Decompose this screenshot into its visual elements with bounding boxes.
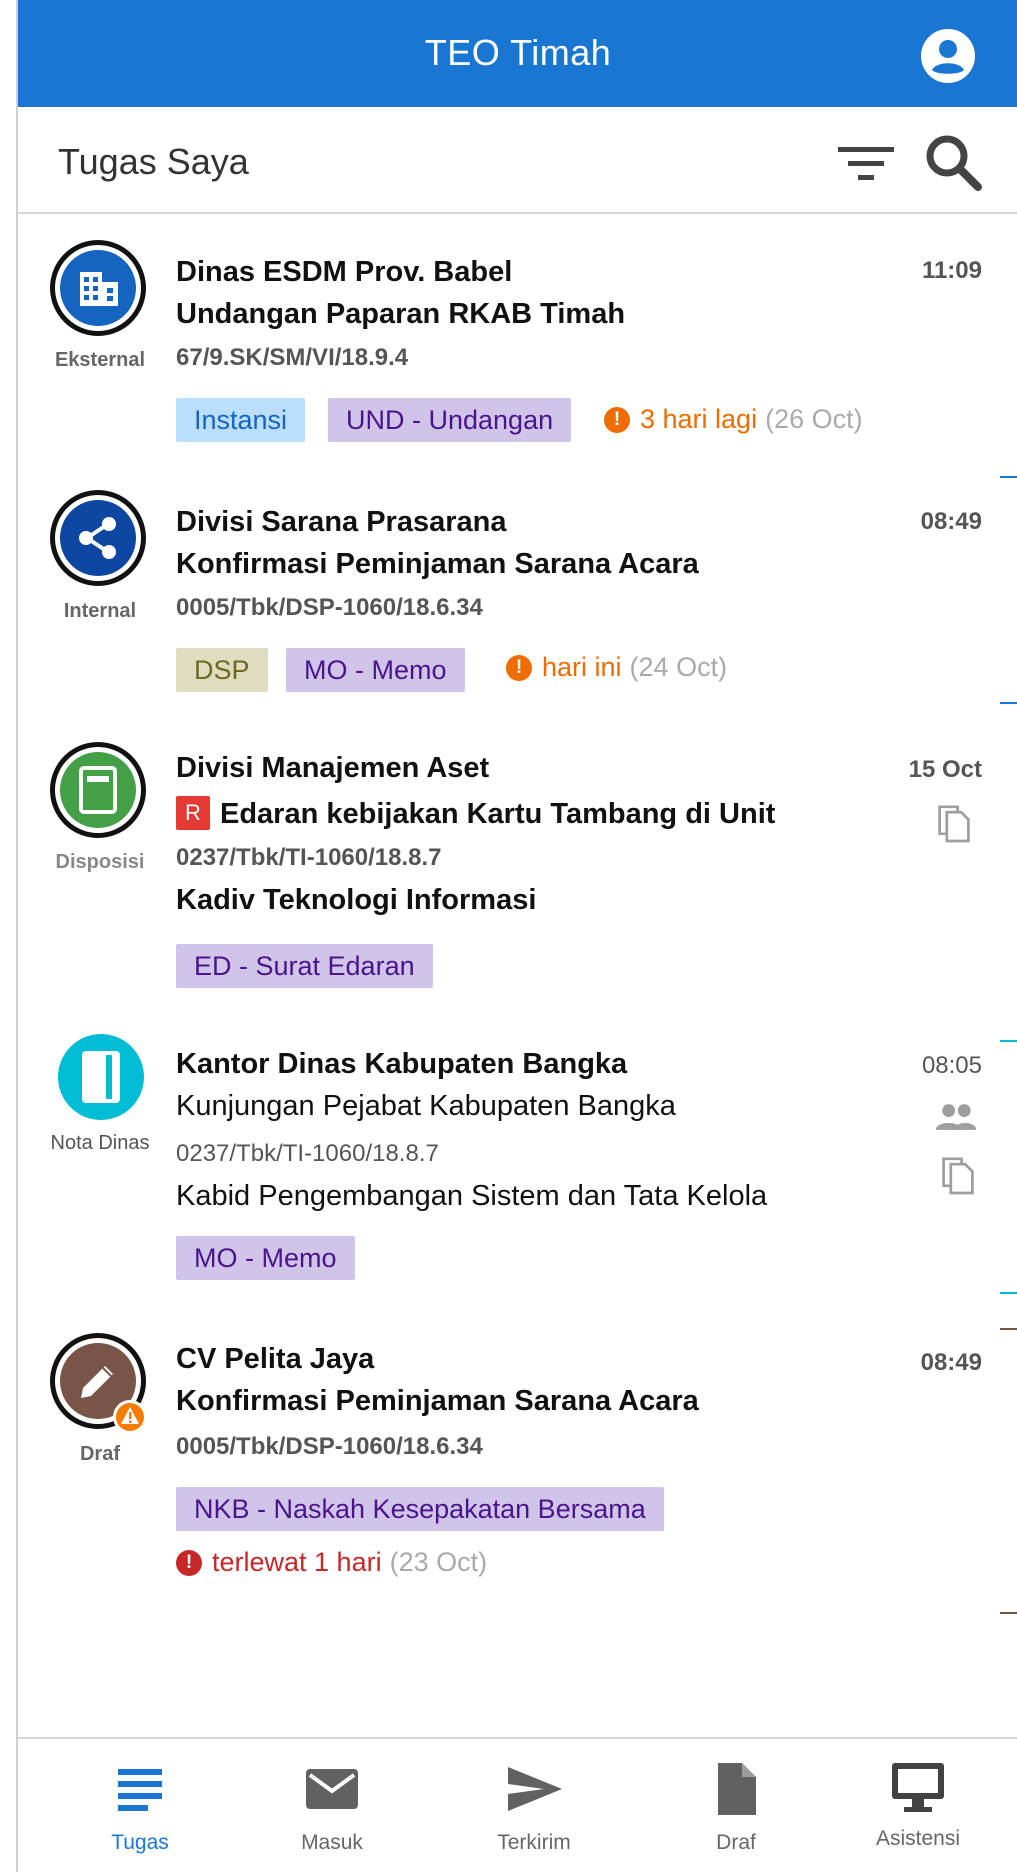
item-sender: Kantor Dinas Kabupaten Bangka [176, 1048, 628, 1080]
item-reference-number: 0237/Tbk/TI-1060/18.8.7 [176, 1140, 439, 1167]
tag-chip: Instansi [176, 398, 306, 442]
list-item[interactable]: Internal Divisi Sarana Prasarana Konfirm… [18, 466, 1017, 718]
due-date: (26 Oct) [765, 404, 863, 434]
avatar [50, 490, 146, 586]
app-title: TEO Timah [424, 32, 612, 73]
pencil-icon [81, 1366, 113, 1398]
item-type-label: Draf [79, 1443, 120, 1465]
copy-icon [942, 1157, 974, 1195]
app-screen: TEO Timah Tugas Saya Eksternal Dinas ESD… [16, 0, 1017, 1872]
nav-label: Terkirim [497, 1831, 571, 1854]
bottom-navigation: Tugas Masuk Terkirim Draf Asistensi [18, 1737, 1017, 1872]
share-icon [79, 517, 116, 559]
tag-chip: MO - Memo [286, 648, 465, 692]
document-icon [79, 766, 117, 814]
item-type-label: Disposisi [55, 851, 145, 873]
item-time: 08:05 [921, 1052, 982, 1079]
item-reference-number: 0237/Tbk/TI-1060/18.8.7 [176, 844, 442, 871]
nav-tugas[interactable]: Tugas [40, 1739, 240, 1872]
due-date: (24 Oct) [629, 652, 728, 682]
list-item[interactable]: Draf CV Pelita Jaya Konfirmasi Peminjama… [18, 1307, 1017, 1607]
alert-icon: ! [604, 406, 630, 433]
nav-terkirim[interactable]: Terkirim [434, 1739, 634, 1872]
account-circle-icon[interactable] [920, 28, 976, 84]
mail-icon [306, 1769, 358, 1809]
nav-masuk[interactable]: Masuk [232, 1739, 432, 1872]
item-sender: Divisi Manajemen Aset [176, 752, 490, 784]
avatar [50, 240, 146, 336]
item-recipient: Kabid Pengembangan Sistem dan Tata Kelol… [176, 1180, 768, 1212]
people-icon [935, 1104, 977, 1130]
item-sender: CV Pelita Jaya [176, 1343, 375, 1375]
search-icon[interactable] [924, 133, 982, 191]
tag-chip: ED - Surat Edaran [176, 944, 433, 988]
item-time: 15 Oct [908, 756, 982, 783]
item-reference-number: 0005/Tbk/DSP-1060/18.6.34 [176, 594, 483, 621]
due-indicator: ! hari ini (24 Oct) [506, 652, 727, 683]
swipe-marker [1000, 476, 1017, 478]
nav-label: Asistensi [875, 1827, 961, 1850]
item-time: 08:49 [920, 1349, 982, 1376]
item-subject: Konfirmasi Peminjaman Sarana Acara [176, 1385, 699, 1417]
item-subject: Konfirmasi Peminjaman Sarana Acara [176, 548, 699, 580]
due-indicator: ! terlewat 1 hari (23 Oct) [176, 1547, 487, 1578]
book-icon [82, 1051, 120, 1103]
list-item[interactable]: Nota Dinas Kantor Dinas Kabupaten Bangka… [18, 1012, 1017, 1309]
tag-chip: NKB - Naskah Kesepakatan Bersama [176, 1487, 664, 1531]
swipe-marker [1000, 1328, 1017, 1330]
swipe-marker [1000, 1040, 1017, 1042]
tag-chip: DSP [176, 648, 268, 692]
page-toolbar: Tugas Saya [18, 107, 1017, 214]
due-text: terlewat 1 hari [212, 1547, 382, 1577]
swipe-marker [1000, 1612, 1017, 1614]
item-sender: Divisi Sarana Prasarana [176, 506, 507, 538]
list-item[interactable]: Disposisi Divisi Manajemen Aset R Edaran … [18, 716, 1017, 1014]
item-sender: Dinas ESDM Prov. Babel [176, 256, 513, 288]
item-subject: Kunjungan Pejabat Kabupaten Bangka [176, 1090, 676, 1122]
nav-asistensi[interactable]: Asistensi [818, 1739, 1017, 1872]
list-icon [118, 1769, 162, 1811]
list-item[interactable]: Eksternal Dinas ESDM Prov. Babel Undanga… [18, 214, 1017, 468]
item-recipient: Kadiv Teknologi Informasi [176, 884, 537, 916]
page-title: Tugas Saya [58, 141, 249, 182]
item-reference-number: 0005/Tbk/DSP-1060/18.6.34 [176, 1433, 483, 1460]
app-bar: TEO Timah [18, 0, 1017, 107]
tag-chip: MO - Memo [176, 1236, 355, 1280]
item-subject-text: Edaran kebijakan Kartu Tambang di Unit [220, 798, 776, 830]
nav-label: Masuk [301, 1831, 363, 1854]
send-icon [508, 1767, 562, 1811]
swipe-marker [1000, 1292, 1017, 1294]
reply-badge: R [176, 796, 210, 830]
swipe-marker [1000, 702, 1017, 704]
item-subject: Undangan Paparan RKAB Timah [176, 298, 626, 330]
item-type-label: Eksternal [54, 349, 146, 371]
monitor-icon [892, 1763, 944, 1812]
copy-icon [938, 805, 970, 843]
item-subject: R Edaran kebijakan Kartu Tambang di Unit [176, 796, 775, 831]
alert-icon: ! [176, 1549, 202, 1576]
file-icon [718, 1763, 756, 1815]
filter-icon[interactable] [836, 141, 896, 185]
item-time: 11:09 [921, 257, 982, 284]
avatar [58, 1034, 144, 1120]
due-indicator: ! 3 hari lagi (26 Oct) [604, 404, 863, 435]
nav-draf[interactable]: Draf [636, 1739, 836, 1872]
alert-icon: ! [506, 654, 532, 681]
tag-chip: UND - Undangan [328, 398, 572, 442]
warning-icon [113, 1400, 147, 1434]
nav-label: Draf [716, 1831, 756, 1854]
nav-label: Tugas [111, 1831, 169, 1854]
item-reference-number: 67/9.SK/SM/VI/18.9.4 [176, 344, 409, 371]
due-date: (23 Oct) [389, 1547, 488, 1577]
due-text: hari ini [542, 652, 622, 682]
avatar [50, 742, 146, 838]
item-time: 08:49 [920, 508, 982, 535]
item-type-label: Internal [63, 600, 137, 622]
due-text: 3 hari lagi [640, 404, 758, 434]
item-type-label: Nota Dinas [50, 1132, 150, 1154]
building-icon [80, 272, 118, 306]
